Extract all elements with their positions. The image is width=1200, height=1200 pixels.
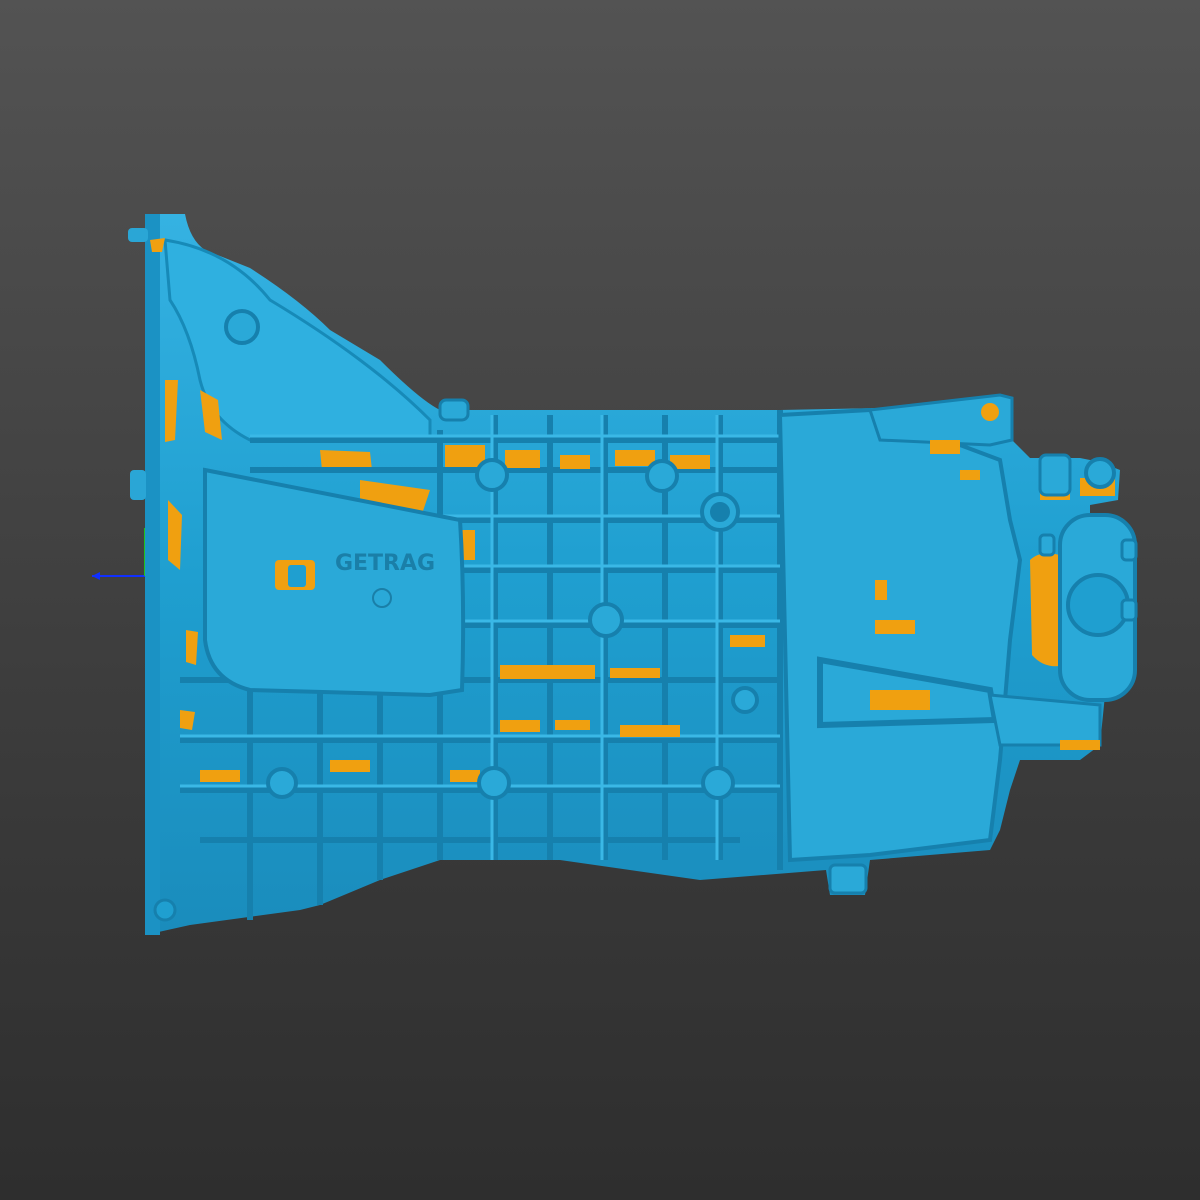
x-axis-arrow: [92, 572, 100, 580]
flange-hole: [981, 403, 999, 421]
3d-viewport[interactable]: GETRAG: [0, 0, 1200, 1200]
rear-fitting: [1038, 453, 1072, 497]
bottom-bolt: [153, 898, 177, 922]
output-flange-hub: [1066, 573, 1130, 637]
speedo-fitting: [1084, 457, 1116, 489]
mounting-tab-2: [130, 470, 146, 500]
axis-gizmo: [92, 528, 146, 580]
scanned-gearbox-model[interactable]: GETRAG: [0, 0, 1200, 1200]
top-plug: [438, 398, 470, 422]
mounting-tab: [128, 228, 148, 242]
bolt-boss: [224, 309, 260, 345]
bell-housing-face: [145, 214, 160, 935]
getrag-logo-text: GETRAG: [335, 551, 435, 576]
shift-arm: [988, 693, 1102, 747]
drain-plug: [828, 863, 868, 895]
rear-extension: [777, 407, 1023, 863]
